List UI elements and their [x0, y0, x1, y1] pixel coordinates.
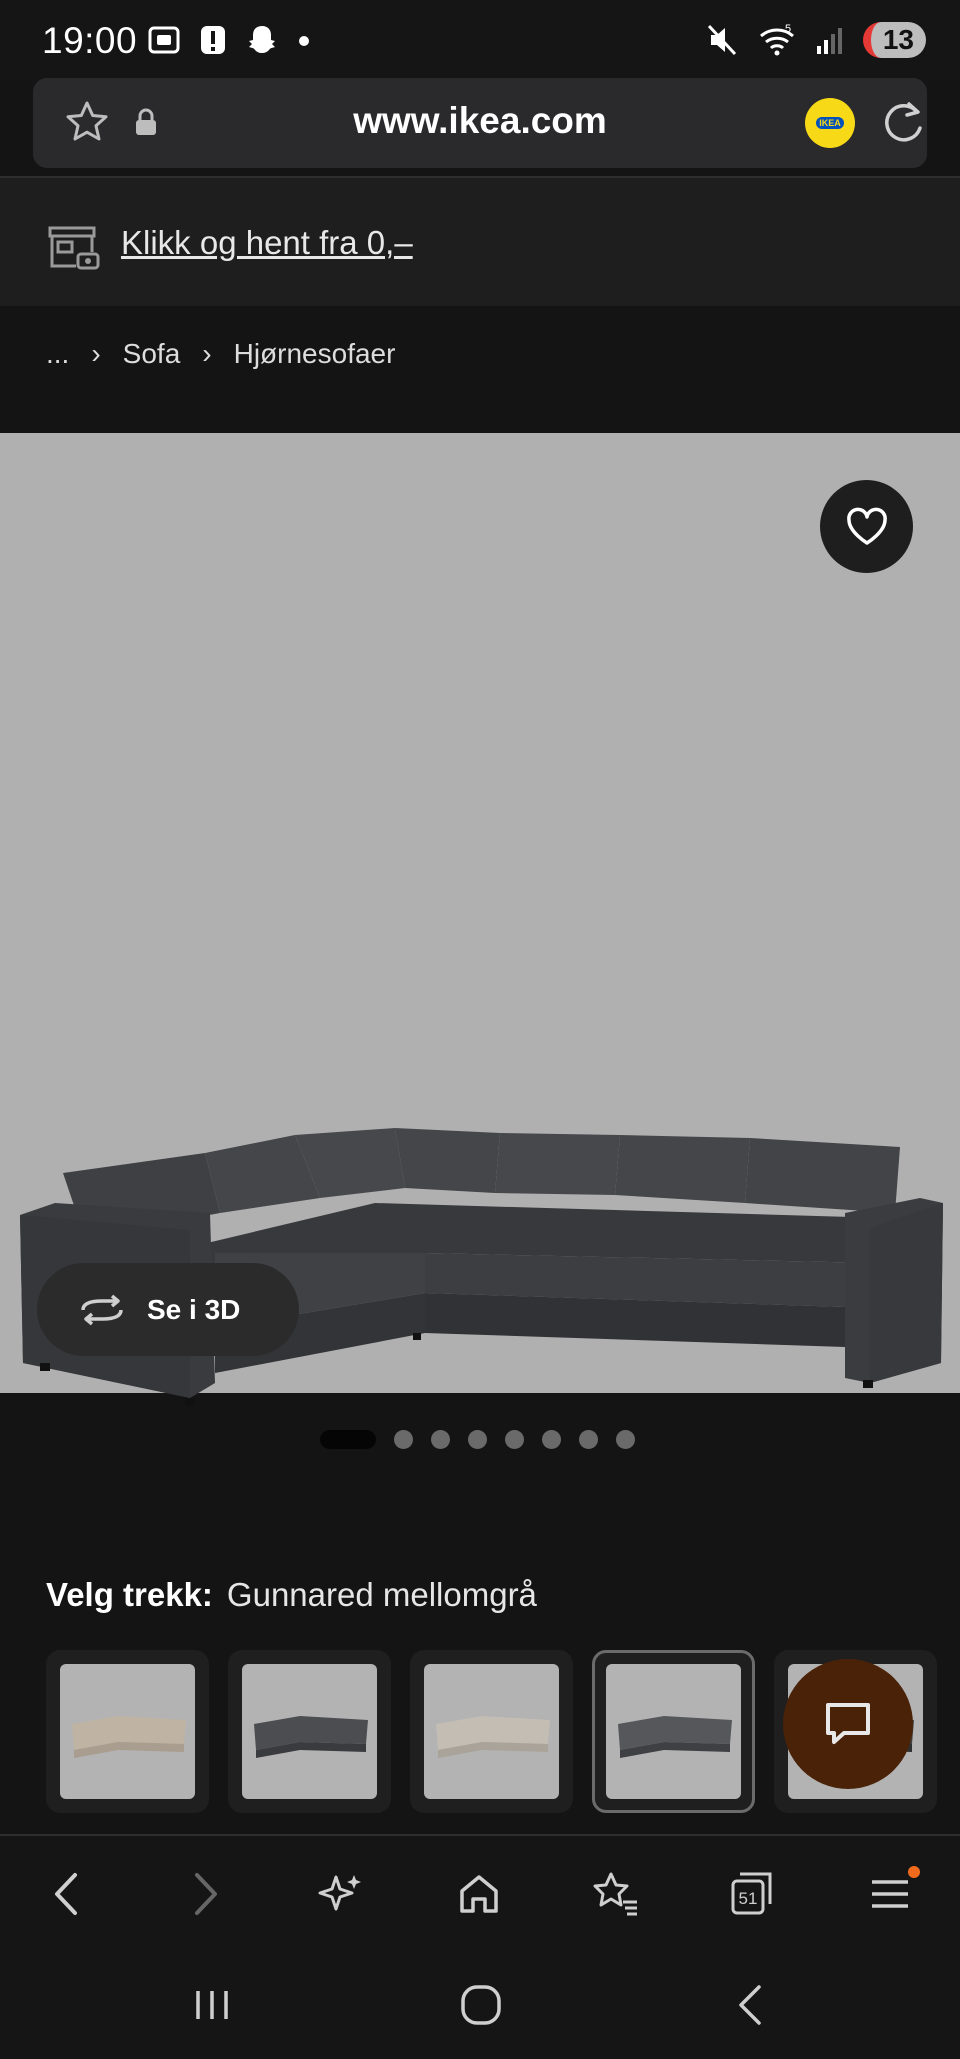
store-pickup-icon: [48, 226, 100, 270]
breadcrumb-item-sofa[interactable]: Sofa: [123, 338, 181, 370]
pager-dot[interactable]: [579, 1430, 598, 1449]
pickup-banner: Klikk og hent fra 0,–: [0, 178, 960, 306]
swatch-image: [606, 1664, 741, 1799]
chat-button[interactable]: [783, 1659, 913, 1789]
breadcrumb-item-corner-sofas[interactable]: Hjørnesofaer: [234, 338, 396, 370]
variant-swatch-4-selected[interactable]: [592, 1650, 755, 1813]
ikea-logo-text: IKEA: [816, 117, 844, 129]
pager-dot[interactable]: [542, 1430, 561, 1449]
pickup-link[interactable]: Klikk og hent fra 0,–: [121, 224, 413, 262]
pager-dot[interactable]: [431, 1430, 450, 1449]
variant-title: Velg trekk: Gunnared mellomgrå: [46, 1576, 537, 1614]
variant-swatch-1[interactable]: [46, 1650, 209, 1813]
menu-button[interactable]: [860, 1866, 920, 1922]
status-time: 19:00: [42, 20, 138, 61]
url-text[interactable]: www.ikea.com: [33, 100, 927, 142]
mini-sofa-image: [435, 1715, 550, 1758]
menu-notification-dot: [908, 1866, 920, 1878]
ikea-app-icon[interactable]: IKEA: [805, 98, 855, 148]
browser-toolbar: 51: [0, 1836, 960, 1948]
swatch-image: [424, 1664, 559, 1799]
variant-selected-name: Gunnared mellomgrå: [226, 1576, 537, 1613]
forward-button[interactable]: [176, 1866, 236, 1922]
reload-icon[interactable]: [879, 98, 929, 148]
tabs-icon: 51: [731, 1872, 772, 1915]
variant-label: Velg trekk:: [46, 1576, 213, 1613]
mute-icon: [707, 24, 736, 56]
status-right-icons: 5 13: [705, 22, 926, 58]
tabs-count: 51: [739, 1889, 758, 1908]
rotate-3d-icon: [81, 1294, 123, 1325]
wifi-icon: 5: [759, 23, 794, 56]
home-icon: [460, 1875, 498, 1913]
recent-apps-button[interactable]: [182, 1978, 242, 2032]
system-nav-bar: [0, 1948, 960, 2059]
swatch-image: [60, 1664, 195, 1799]
url-bar[interactable]: www.ikea.com IKEA: [33, 78, 927, 168]
back-nav-icon: [739, 1985, 761, 2025]
breadcrumb-item-ellipsis[interactable]: ...: [46, 338, 69, 370]
mini-sofa-image: [71, 1715, 186, 1758]
breadcrumb: ... › Sofa › Hjørnesofaer: [46, 338, 395, 370]
recent-apps-icon: [196, 1991, 228, 2019]
status-bar: 19:00 5 13: [0, 0, 960, 80]
screenshot-icon: [148, 26, 180, 54]
product-image-area[interactable]: Se i 3D: [0, 433, 960, 1406]
mini-sofa-image: [617, 1715, 732, 1758]
alert-icon: [201, 26, 225, 54]
bookmarks-button[interactable]: [586, 1866, 646, 1922]
wifi-network-label: 5: [785, 23, 791, 35]
view-3d-label: Se i 3D: [147, 1293, 241, 1325]
home-nav-icon: [461, 1985, 501, 2025]
pager-dot[interactable]: [505, 1430, 524, 1449]
pager-dot[interactable]: [616, 1430, 635, 1449]
mini-sofa-image: [253, 1715, 368, 1758]
status-left-icons: [146, 22, 310, 58]
hamburger-menu-icon: [872, 1880, 908, 1908]
heart-icon: [846, 507, 887, 545]
view-3d-button[interactable]: Se i 3D: [37, 1263, 299, 1356]
image-pager: [320, 1430, 635, 1449]
back-button[interactable]: [36, 1866, 96, 1922]
bookmarks-icon: [593, 1872, 637, 1916]
pager-dot-active[interactable]: [320, 1430, 376, 1449]
forward-arrow-icon: [195, 1873, 217, 1915]
ai-assist-button[interactable]: [311, 1866, 371, 1922]
breadcrumb-separator: ›: [202, 338, 212, 369]
home-nav-button[interactable]: [451, 1978, 511, 2032]
sofa-image: [20, 1128, 943, 1406]
back-arrow-icon: [55, 1873, 77, 1915]
swatch-image: [242, 1664, 377, 1799]
back-nav-button[interactable]: [720, 1978, 780, 2032]
dot-icon: [299, 36, 309, 46]
signal-icon: [816, 28, 842, 54]
variant-swatch-2[interactable]: [228, 1650, 391, 1813]
home-button[interactable]: [449, 1866, 509, 1922]
tabs-button[interactable]: 51: [722, 1866, 782, 1922]
snapchat-icon: [249, 26, 275, 53]
breadcrumb-separator: ›: [91, 338, 101, 369]
pager-dot[interactable]: [394, 1430, 413, 1449]
pager-dot[interactable]: [468, 1430, 487, 1449]
chat-icon: [826, 1703, 870, 1744]
sparkle-icon: [318, 1875, 361, 1911]
favorite-button[interactable]: [820, 480, 913, 573]
notification-count-badge: 13: [862, 22, 926, 58]
variant-swatch-3[interactable]: [410, 1650, 573, 1813]
